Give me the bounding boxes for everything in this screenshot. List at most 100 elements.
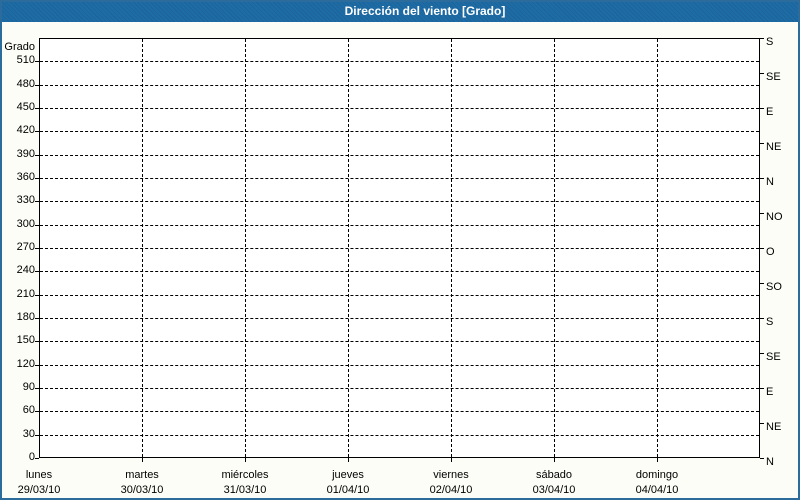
- x-tick-mark: [657, 458, 658, 462]
- compass-tick-mark: [760, 353, 764, 354]
- y-axis-unit-label: Grado: [4, 41, 35, 53]
- y-tick-label: 360: [16, 171, 35, 183]
- y-tick-label: 300: [16, 217, 35, 230]
- y-gridline: [40, 201, 759, 203]
- y-gridline: [40, 84, 759, 86]
- day-label: lunes: [25, 469, 53, 481]
- compass-tick-mark: [760, 283, 764, 284]
- x-tick-mark: [451, 458, 452, 462]
- compass-label: NO: [766, 211, 783, 223]
- y-gridline: [40, 61, 759, 63]
- y-tick-mark: [35, 201, 39, 203]
- y-gridline: [40, 178, 759, 179]
- y-gridline: [40, 318, 759, 319]
- compass-label: SO: [766, 281, 782, 293]
- y-tick-label: 510: [16, 54, 35, 67]
- y-tick-label: 180: [16, 311, 35, 323]
- compass-tick-mark: [760, 388, 764, 389]
- y-gridline: [40, 364, 759, 366]
- compass-label: E: [766, 386, 774, 398]
- y-tick-mark: [35, 434, 39, 436]
- compass-label: SE: [766, 351, 781, 363]
- day-label: viernes: [433, 469, 469, 481]
- compass-tick-mark: [760, 38, 764, 39]
- compass-tick-mark: [760, 213, 764, 214]
- y-tick-mark: [35, 271, 39, 273]
- day-label: domingo: [635, 469, 679, 481]
- x-tick-mark: [245, 458, 246, 462]
- y-tick-mark: [35, 341, 39, 343]
- y-tick-mark: [35, 178, 39, 179]
- y-tick-label: 30: [22, 427, 35, 440]
- y-tick-mark: [35, 154, 39, 156]
- day-label: martes: [125, 469, 159, 481]
- y-tick-mark: [35, 224, 39, 226]
- compass-label: S: [766, 316, 774, 328]
- y-tick-mark: [35, 388, 39, 389]
- y-gridline: [40, 154, 759, 156]
- compass-label: E: [766, 106, 774, 118]
- y-gridline: [40, 131, 759, 133]
- x-gridline: [142, 39, 143, 457]
- y-gridline: [40, 341, 759, 343]
- y-gridline: [40, 434, 759, 436]
- y-gridline: [40, 294, 759, 296]
- date-label: 02/04/10: [429, 484, 473, 496]
- x-gridline: [348, 39, 349, 457]
- x-tick-mark: [554, 458, 555, 462]
- date-label: 03/04/10: [532, 484, 576, 496]
- y-tick-label: 270: [16, 241, 35, 253]
- y-tick-mark: [35, 84, 39, 86]
- compass-tick-mark: [760, 178, 764, 179]
- y-tick-label: 240: [16, 264, 35, 277]
- y-tick-label: 210: [16, 287, 35, 300]
- y-gridline: [40, 411, 759, 413]
- compass-label: NE: [766, 141, 782, 153]
- y-tick-label: 90: [22, 381, 35, 393]
- day-label: sábado: [535, 469, 573, 481]
- y-tick-mark: [35, 458, 39, 459]
- y-tick-label: 0: [28, 451, 35, 463]
- compass-tick-mark: [760, 248, 764, 249]
- date-label: 30/03/10: [120, 484, 164, 496]
- compass-label: SE: [766, 71, 781, 83]
- date-label: 31/03/10: [223, 484, 267, 496]
- compass-label: O: [766, 246, 775, 258]
- x-tick-mark: [348, 458, 349, 462]
- y-tick-label: 450: [16, 101, 35, 113]
- compass-tick-mark: [760, 73, 764, 74]
- y-tick-mark: [35, 364, 39, 366]
- y-tick-mark: [35, 108, 39, 109]
- y-tick-label: 390: [16, 147, 35, 160]
- date-label: 01/04/10: [326, 484, 370, 496]
- chart-title: Dirección del viento [Grado]: [344, 4, 506, 18]
- x-gridline: [554, 39, 555, 457]
- x-gridline: [657, 39, 658, 457]
- x-gridline: [451, 39, 452, 457]
- compass-tick-mark: [760, 458, 764, 459]
- y-tick-label: 330: [16, 194, 35, 207]
- y-tick-mark: [35, 131, 39, 133]
- y-gridline: [40, 108, 759, 109]
- x-tick-mark: [142, 458, 143, 462]
- chart-title-bar: Dirección del viento [Grado]: [0, 0, 800, 22]
- chart-area: Grado 0 30 60 90 120 150 180 210 240 270 300 330 360…: [0, 0, 800, 500]
- compass-tick-mark: [760, 108, 764, 109]
- compass-label: NE: [766, 421, 782, 433]
- y-gridline: [40, 388, 759, 389]
- compass-tick-mark: [760, 143, 764, 144]
- y-tick-label: 480: [16, 77, 35, 90]
- day-label: miércoles: [221, 469, 269, 481]
- y-gridline: [40, 271, 759, 273]
- compass-tick-mark: [760, 318, 764, 319]
- compass-label: N: [766, 456, 774, 468]
- y-tick-mark: [35, 294, 39, 296]
- y-gridline: [40, 224, 759, 226]
- y-gridline: [40, 248, 759, 249]
- date-label: 04/04/10: [635, 484, 679, 496]
- compass-tick-mark: [760, 423, 764, 424]
- y-tick-label: 150: [16, 334, 35, 347]
- y-tick-label: 120: [16, 357, 35, 370]
- date-label: 29/03/10: [17, 484, 61, 496]
- compass-label: S: [766, 36, 774, 48]
